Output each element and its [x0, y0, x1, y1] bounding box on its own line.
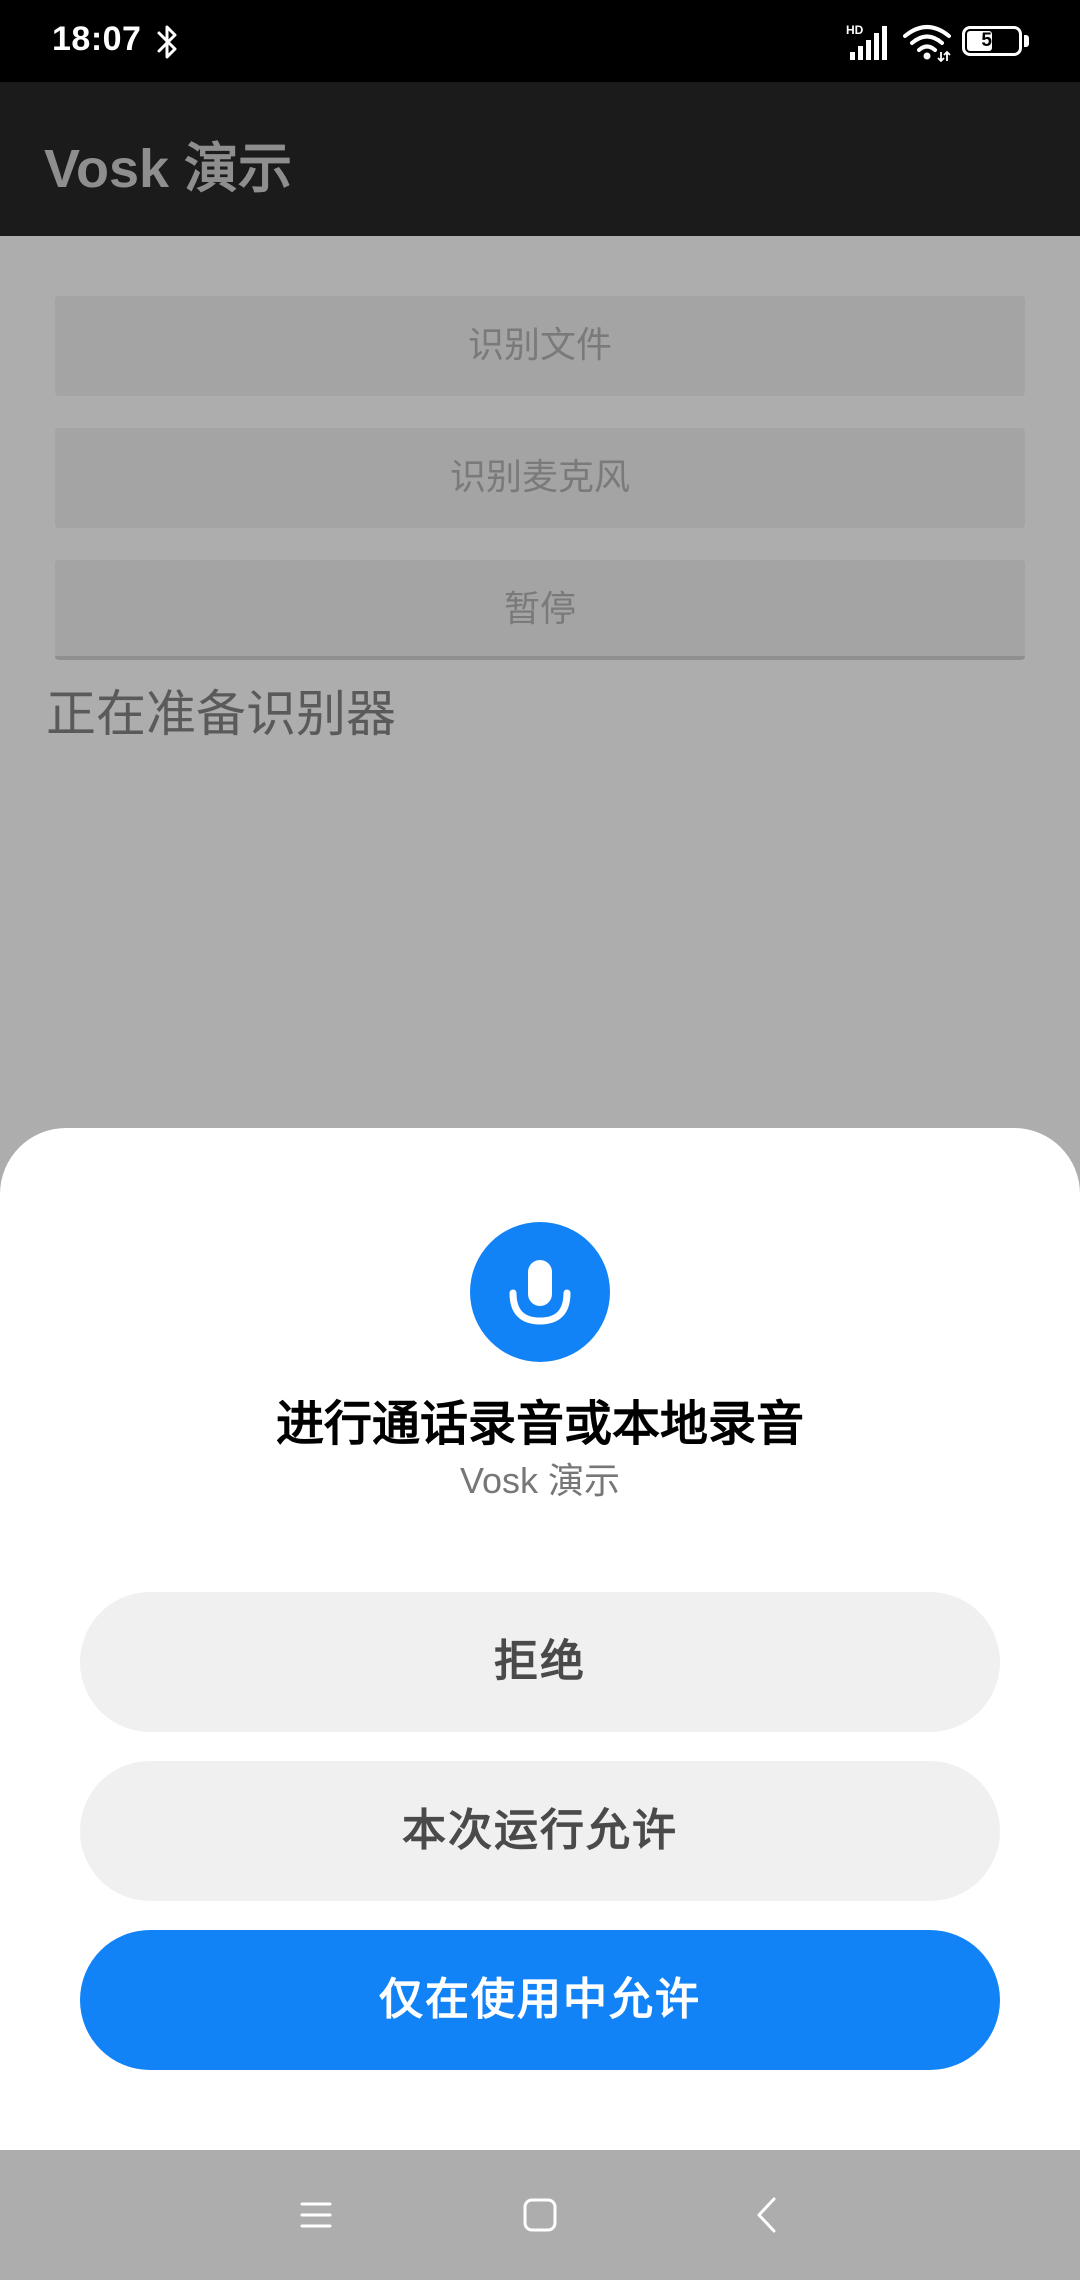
status-time: 18:07: [52, 20, 142, 58]
permission-title: 进行通话录音或本地录音: [275, 1396, 804, 1452]
permission-dialog: 进行通话录音或本地录音 Vosk 演示 拒绝 本次运行允许 仅在使用中允许: [0, 1128, 1080, 2150]
battery-icon: 50: [962, 26, 1030, 58]
status-bar: 18:07 HD 50: [0, 0, 1080, 82]
back-icon[interactable]: [746, 2193, 790, 2237]
microphone-icon: [470, 1222, 610, 1362]
recognize-microphone-button[interactable]: 识别麦克风: [55, 428, 1025, 528]
allow-while-using-button[interactable]: 仅在使用中允许: [80, 1930, 1000, 2070]
allow-once-button[interactable]: 本次运行允许: [80, 1761, 1000, 1901]
app-title: Vosk 演示: [44, 139, 293, 199]
pause-button[interactable]: 暂停: [55, 560, 1025, 660]
screen: 18:07 HD 50 Vosk 演示 识别文件 识别麦克风 暂停 正在准备识别…: [0, 0, 1080, 2280]
deny-button[interactable]: 拒绝: [80, 1592, 1000, 1732]
hd-signal-icon: HD: [846, 23, 887, 60]
permission-app-name: Vosk 演示: [459, 1460, 621, 1501]
bluetooth-icon: [157, 25, 177, 59]
battery-level-text: 50: [981, 30, 1003, 51]
home-icon[interactable]: [518, 2193, 562, 2237]
status-text: 正在准备识别器: [46, 685, 396, 743]
navigation-bar: [0, 2150, 1080, 2280]
app-bar: Vosk 演示: [0, 82, 1080, 236]
menu-icon[interactable]: [294, 2193, 338, 2237]
svg-text:HD: HD: [846, 23, 864, 37]
wifi-icon: [903, 25, 951, 62]
recognize-file-button[interactable]: 识别文件: [55, 296, 1025, 396]
